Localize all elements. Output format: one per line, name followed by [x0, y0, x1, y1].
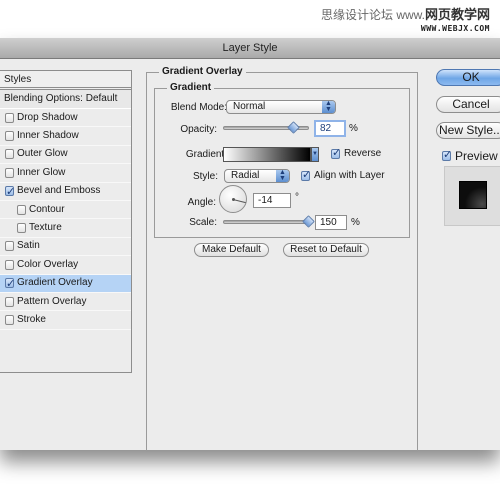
style-item-gradient-overlay[interactable]: Gradient Overlay: [0, 274, 131, 293]
watermark-forum-name: 思缘设计论坛: [320, 8, 393, 22]
preview-checkbox-row[interactable]: Preview: [442, 148, 498, 163]
style-item-pattern-overlay[interactable]: Pattern Overlay: [0, 293, 131, 312]
style-item-checkbox[interactable]: [5, 275, 15, 293]
angle-unit: °: [295, 192, 299, 203]
style-item-drop-shadow[interactable]: Drop Shadow: [0, 109, 131, 128]
scale-unit: %: [351, 217, 360, 228]
style-item-inner-shadow[interactable]: Inner Shadow: [0, 127, 131, 146]
style-item-label: Inner Glow: [17, 166, 66, 178]
scale-input[interactable]: 150: [315, 215, 347, 230]
select-arrows-icon: ▲ ▼: [276, 169, 289, 182]
blending-options-item[interactable]: Blending Options: Default: [0, 90, 131, 109]
ok-button[interactable]: OK: [436, 69, 500, 86]
style-item-label: Pattern Overlay: [17, 295, 87, 307]
style-item-outer-glow[interactable]: Outer Glow: [0, 146, 131, 165]
style-item-contour[interactable]: Contour: [0, 201, 131, 220]
style-item-checkbox[interactable]: [5, 241, 14, 252]
style-item-checkbox[interactable]: [17, 223, 26, 234]
style-item-label: Stroke: [17, 314, 46, 325]
style-item-label: Satin: [17, 240, 40, 252]
style-item-checkbox[interactable]: [5, 131, 14, 142]
align-with-layer-checkbox[interactable]: [301, 168, 311, 181]
style-item-label: Contour: [29, 203, 65, 215]
style-item-label: Bevel and Emboss: [17, 185, 101, 197]
style-item-satin[interactable]: Satin: [0, 238, 131, 257]
style-item-label: Gradient Overlay: [17, 277, 93, 289]
opacity-slider-thumb[interactable]: [286, 121, 300, 134]
style-item-checkbox[interactable]: [17, 204, 26, 215]
select-arrows-icon: ▲ ▼: [322, 100, 335, 113]
gradient-group: Gradient Blend Mode: Normal ▲ ▼ Opacity: …: [154, 82, 410, 238]
style-item-label: Color Overlay: [17, 258, 79, 270]
reverse-checkbox-row[interactable]: Reverse: [331, 146, 382, 159]
style-item-label: Drop Shadow: [17, 111, 78, 123]
style-label: Style:: [192, 171, 218, 182]
blend-mode-select[interactable]: Normal ▲ ▼: [226, 100, 336, 114]
preview-checkbox[interactable]: [442, 148, 452, 161]
angle-dial-center: [232, 198, 235, 201]
preview-thumbnail: [444, 166, 500, 226]
opacity-input[interactable]: 82: [314, 120, 346, 137]
style-item-checkbox[interactable]: [5, 112, 14, 123]
watermark-www: www.: [396, 8, 425, 22]
angle-input[interactable]: -14: [253, 193, 291, 208]
opacity-label: Opacity:: [180, 124, 217, 135]
gradient-picker[interactable]: [223, 147, 311, 162]
preview-swatch: [459, 181, 487, 209]
styles-list: Styles Blending Options: Default Drop Sh…: [0, 70, 132, 373]
scale-label: Scale:: [189, 217, 217, 228]
style-item-label: Inner Shadow: [17, 130, 79, 142]
style-select[interactable]: Radial ▲ ▼: [224, 169, 290, 183]
layer-style-dialog: Layer Style Styles Blending Options: Def…: [0, 38, 500, 452]
style-item-checkbox[interactable]: [5, 149, 14, 160]
blend-mode-value: Normal: [233, 101, 266, 112]
angle-dial[interactable]: [219, 185, 247, 213]
style-item-checkbox[interactable]: [5, 167, 14, 178]
reset-to-default-button[interactable]: Reset to Default: [283, 243, 369, 257]
gradient-overlay-panel: Gradient Overlay Gradient Blend Mode: No…: [146, 66, 418, 452]
new-style-button[interactable]: New Style...: [436, 122, 500, 139]
style-item-checkbox[interactable]: [5, 259, 14, 270]
blend-mode-label: Blend Mode:: [170, 102, 227, 113]
align-with-layer-row[interactable]: Align with Layer: [301, 168, 385, 181]
style-value: Radial: [231, 170, 260, 181]
watermark-line-1: 思缘设计论坛 www.网页教学网: [320, 7, 490, 23]
gradient-dropdown-arrow-icon[interactable]: ▼: [311, 147, 319, 162]
scale-slider-track[interactable]: [223, 220, 309, 224]
cancel-button[interactable]: Cancel: [436, 96, 500, 113]
preview-label: Preview: [455, 149, 498, 163]
reverse-checkbox[interactable]: [331, 146, 341, 159]
gradient-label: Gradient:: [185, 149, 227, 160]
style-item-checkbox[interactable]: [5, 314, 14, 325]
opacity-unit: %: [349, 123, 358, 134]
style-item-inner-glow[interactable]: Inner Glow: [0, 164, 131, 183]
watermark: 思缘设计论坛 www.网页教学网 WWW.WEBJX.COM: [321, 8, 490, 36]
scale-slider-thumb[interactable]: [302, 215, 315, 228]
watermark-url: WWW.WEBJX.COM: [420, 24, 490, 33]
style-item-texture[interactable]: Texture: [0, 219, 131, 238]
dialog-title: Layer Style: [222, 42, 278, 54]
group-title: Gradient: [167, 82, 215, 93]
style-item-stroke[interactable]: Stroke: [0, 311, 131, 330]
style-item-checkbox[interactable]: [5, 183, 15, 201]
style-item-checkbox[interactable]: [5, 296, 14, 307]
style-item-bevel-and-emboss[interactable]: Bevel and Emboss: [0, 183, 131, 201]
reverse-label: Reverse: [344, 148, 382, 159]
align-with-layer-label: Align with Layer: [314, 170, 385, 181]
panel-title: Gradient Overlay: [159, 66, 246, 77]
watermark-site-name: 网页教学网: [424, 7, 490, 22]
style-item-label: Texture: [29, 222, 62, 234]
style-item-label: Outer Glow: [17, 148, 68, 160]
style-item-color-overlay[interactable]: Color Overlay: [0, 256, 131, 275]
dialog-title-bar[interactable]: Layer Style: [0, 38, 500, 59]
styles-header[interactable]: Styles: [0, 71, 131, 90]
make-default-button[interactable]: Make Default: [194, 243, 269, 257]
angle-label: Angle:: [187, 197, 216, 208]
